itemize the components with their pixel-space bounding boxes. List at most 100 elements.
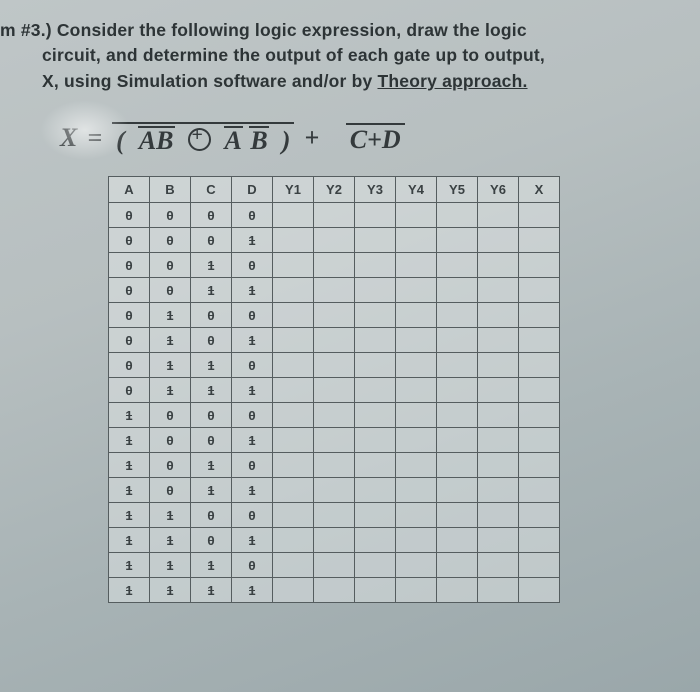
table-row: 1010 bbox=[109, 453, 560, 478]
col-y6: Y6 bbox=[478, 177, 519, 203]
table-cell: 0 bbox=[191, 428, 232, 453]
eq-equals: = bbox=[87, 123, 102, 153]
table-cell: 1 bbox=[191, 278, 232, 303]
col-y1: Y1 bbox=[273, 177, 314, 203]
table-cell: 1 bbox=[109, 553, 150, 578]
table-cell: 0 bbox=[150, 228, 191, 253]
problem-line3a: X, using Simulation software and/or by bbox=[42, 71, 377, 91]
table-cell bbox=[273, 553, 314, 578]
table-cell: 1 bbox=[191, 578, 232, 603]
col-a: A bbox=[109, 177, 150, 203]
table-cell bbox=[437, 553, 478, 578]
table-cell bbox=[478, 503, 519, 528]
table-cell bbox=[437, 278, 478, 303]
table-cell bbox=[396, 203, 437, 228]
table-cell bbox=[519, 278, 560, 303]
table-cell bbox=[396, 228, 437, 253]
table-cell: 0 bbox=[150, 478, 191, 503]
table-cell: 0 bbox=[191, 328, 232, 353]
table-cell: 0 bbox=[109, 378, 150, 403]
table-cell bbox=[355, 528, 396, 553]
table-cell bbox=[437, 228, 478, 253]
table-cell bbox=[396, 353, 437, 378]
table-cell bbox=[437, 428, 478, 453]
col-x: X bbox=[519, 177, 560, 203]
table-cell: 1 bbox=[150, 528, 191, 553]
table-row: 1101 bbox=[109, 528, 560, 553]
table-cell bbox=[437, 303, 478, 328]
table-cell: 1 bbox=[191, 253, 232, 278]
table-header-row: ABCDY1Y2Y3Y4Y5Y6X bbox=[109, 177, 560, 203]
table-cell: 1 bbox=[109, 478, 150, 503]
table-cell bbox=[273, 403, 314, 428]
table-cell bbox=[519, 553, 560, 578]
table-cell: 1 bbox=[150, 303, 191, 328]
table-cell bbox=[519, 303, 560, 328]
table-cell: 1 bbox=[191, 553, 232, 578]
eq-term2a-bar: A bbox=[224, 126, 243, 152]
xor-icon bbox=[188, 128, 211, 151]
table-row: 1111 bbox=[109, 578, 560, 603]
table-cell bbox=[273, 503, 314, 528]
table-cell bbox=[478, 478, 519, 503]
table-cell bbox=[314, 578, 355, 603]
table-row: 0101 bbox=[109, 328, 560, 353]
table-cell bbox=[396, 503, 437, 528]
table-cell bbox=[355, 453, 396, 478]
table-cell: 0 bbox=[191, 528, 232, 553]
table-cell bbox=[273, 528, 314, 553]
table-cell bbox=[355, 428, 396, 453]
table-cell bbox=[519, 453, 560, 478]
table-cell bbox=[314, 403, 355, 428]
eq-lhs: X bbox=[60, 123, 77, 153]
table-cell: 0 bbox=[109, 228, 150, 253]
table-cell bbox=[437, 328, 478, 353]
table-cell bbox=[396, 528, 437, 553]
problem-statement: m #3.) Consider the following logic expr… bbox=[0, 18, 674, 94]
table-cell bbox=[314, 278, 355, 303]
table-cell: 0 bbox=[232, 303, 273, 328]
table-cell bbox=[355, 353, 396, 378]
table-cell bbox=[519, 528, 560, 553]
table-cell bbox=[478, 203, 519, 228]
table-cell bbox=[355, 253, 396, 278]
table-cell bbox=[355, 578, 396, 603]
table-cell bbox=[519, 228, 560, 253]
page: m #3.) Consider the following logic expr… bbox=[0, 0, 700, 603]
table-cell bbox=[478, 403, 519, 428]
table-cell: 0 bbox=[150, 453, 191, 478]
table-cell bbox=[355, 303, 396, 328]
truth-table: ABCDY1Y2Y3Y4Y5Y6X 0000000100100011010001… bbox=[108, 176, 560, 603]
table-cell bbox=[437, 478, 478, 503]
table-cell bbox=[396, 578, 437, 603]
table-cell bbox=[314, 353, 355, 378]
table-cell bbox=[355, 403, 396, 428]
table-cell: 1 bbox=[232, 328, 273, 353]
table-cell: 0 bbox=[109, 353, 150, 378]
table-cell bbox=[314, 228, 355, 253]
table-cell bbox=[519, 328, 560, 353]
table-cell bbox=[437, 203, 478, 228]
table-cell bbox=[437, 253, 478, 278]
table-cell bbox=[396, 553, 437, 578]
col-y5: Y5 bbox=[437, 177, 478, 203]
table-cell bbox=[273, 228, 314, 253]
table-cell bbox=[273, 453, 314, 478]
table-cell: 0 bbox=[150, 403, 191, 428]
table-cell: 1 bbox=[232, 578, 273, 603]
table-cell: 1 bbox=[232, 278, 273, 303]
table-cell bbox=[314, 528, 355, 553]
table-cell: 0 bbox=[109, 278, 150, 303]
problem-theory: Theory approach. bbox=[377, 71, 527, 91]
table-cell: 1 bbox=[109, 428, 150, 453]
table-cell: 1 bbox=[109, 528, 150, 553]
table-cell: 0 bbox=[232, 353, 273, 378]
table-cell: 0 bbox=[150, 428, 191, 453]
table-cell bbox=[478, 578, 519, 603]
table-cell bbox=[478, 228, 519, 253]
table-cell bbox=[314, 328, 355, 353]
table-cell: 1 bbox=[150, 578, 191, 603]
table-cell bbox=[478, 428, 519, 453]
table-cell: 0 bbox=[109, 203, 150, 228]
table-cell bbox=[314, 453, 355, 478]
